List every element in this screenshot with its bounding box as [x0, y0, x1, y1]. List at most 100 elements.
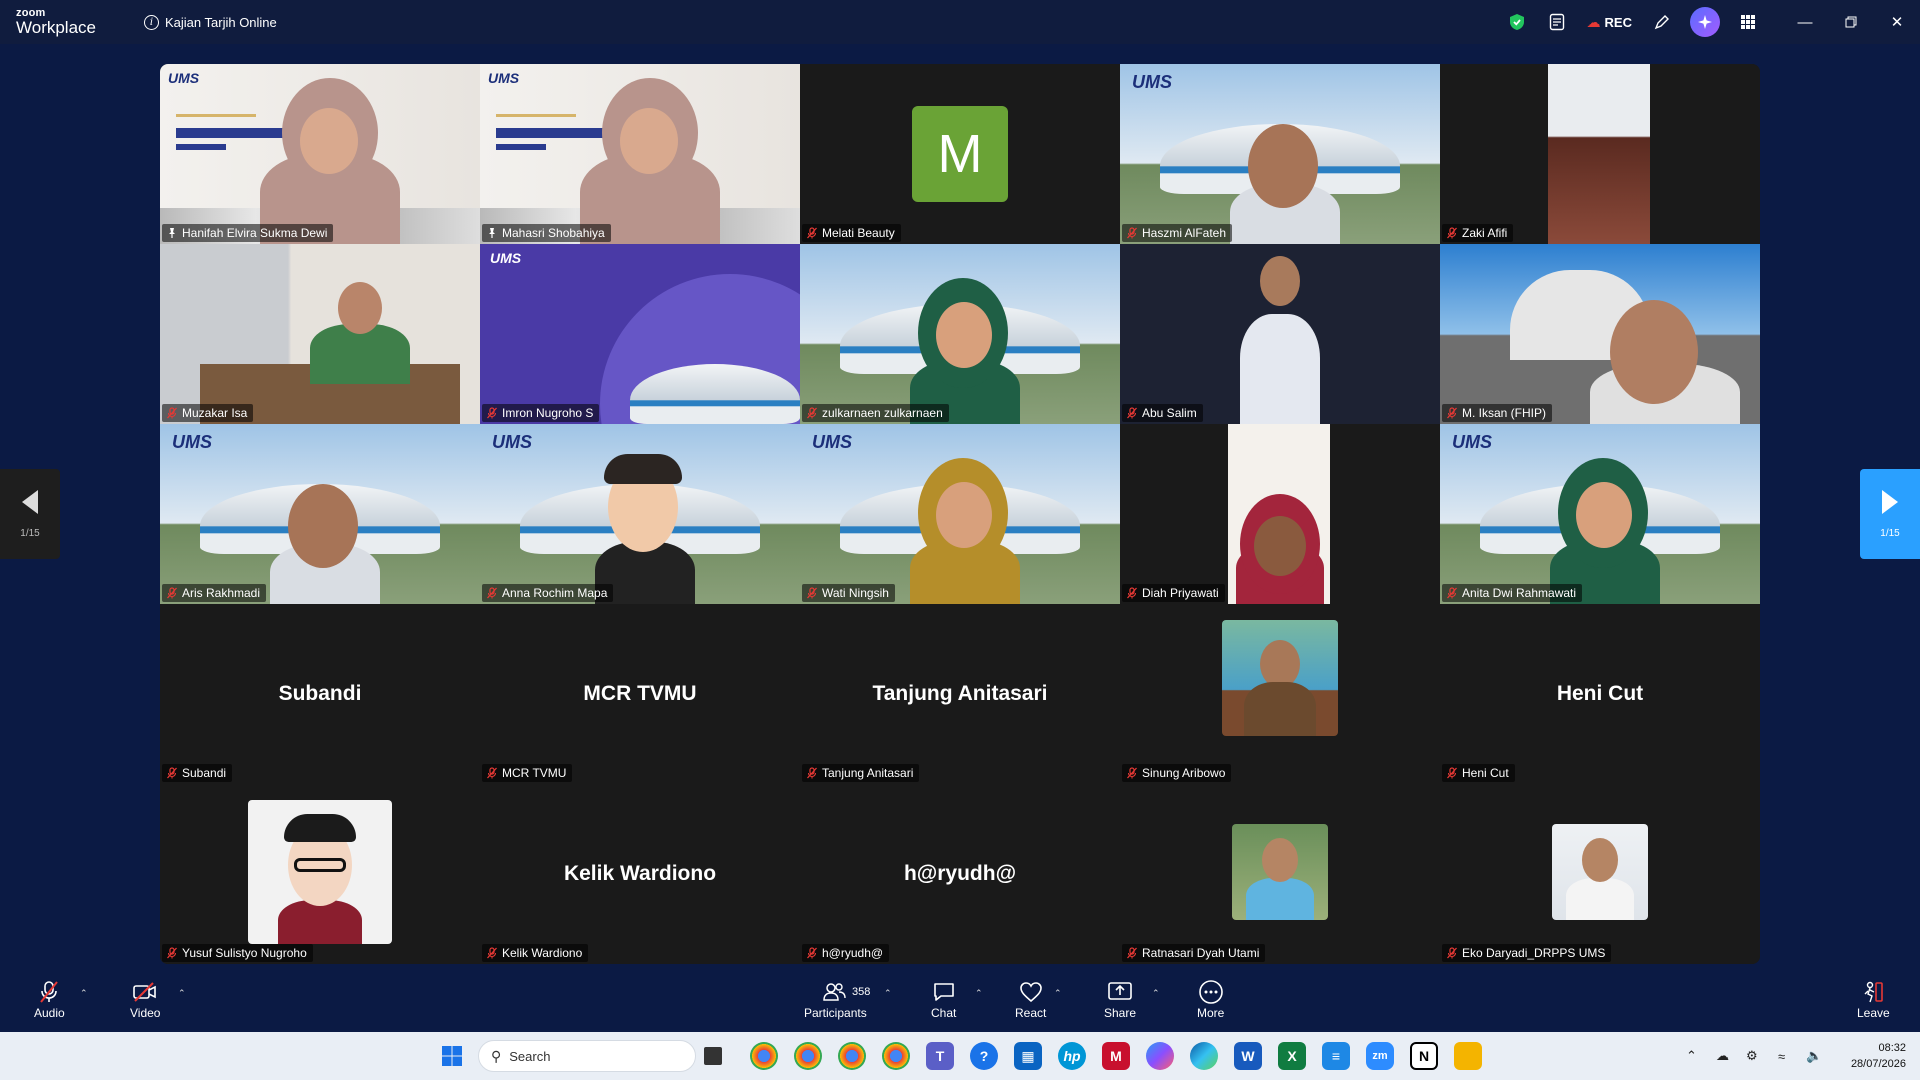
- video-button[interactable]: Video: [130, 978, 160, 1020]
- chat-options-chevron-icon[interactable]: ⌃: [975, 988, 983, 999]
- participant-tile[interactable]: Heni Cut Heni Cut: [1440, 604, 1760, 784]
- task-view-icon[interactable]: [704, 1047, 722, 1065]
- audio-options-chevron-icon[interactable]: ⌃: [80, 988, 88, 999]
- participants-options-chevron-icon[interactable]: ⌃: [884, 988, 892, 999]
- participant-name: Anita Dwi Rahmawati: [1462, 586, 1577, 600]
- participant-name-tag: Heni Cut: [1442, 764, 1515, 782]
- participant-tile[interactable]: Diah Priyawati: [1120, 424, 1440, 604]
- participant-name: Yusuf Sulistyo Nugroho: [182, 946, 307, 960]
- participant-tile[interactable]: UMS Anita Dwi Rahmawati: [1440, 424, 1760, 604]
- participants-button[interactable]: Participants: [804, 978, 867, 1020]
- whiteboard-pen-icon[interactable]: [1642, 0, 1682, 44]
- avatar-face: [1254, 516, 1306, 576]
- participant-tile[interactable]: Eko Daryadi_DRPPS UMS: [1440, 784, 1760, 964]
- participant-tile[interactable]: Ratnasari Dyah Utami: [1120, 784, 1440, 964]
- participant-name-tag: Melati Beauty: [802, 224, 901, 242]
- mic-muted-icon: [167, 587, 177, 599]
- next-page-button[interactable]: 1/15: [1860, 469, 1920, 559]
- person-face: [300, 108, 358, 174]
- system-clock[interactable]: 08:32 28/07/2026: [1851, 1040, 1906, 1072]
- chat-button[interactable]: Chat: [931, 978, 956, 1020]
- minimize-icon[interactable]: —: [1782, 0, 1828, 44]
- file-explorer-icon[interactable]: [1454, 1042, 1482, 1070]
- notes-icon[interactable]: [1537, 0, 1577, 44]
- help-icon[interactable]: ?: [970, 1042, 998, 1070]
- person-face: [620, 108, 678, 174]
- excel-icon[interactable]: X: [1278, 1042, 1306, 1070]
- participant-tile[interactable]: Subandi Subandi: [160, 604, 480, 784]
- react-options-chevron-icon[interactable]: ⌃: [1054, 988, 1062, 999]
- ai-companion-icon[interactable]: [1690, 7, 1720, 37]
- video-options-chevron-icon[interactable]: ⌃: [178, 988, 186, 999]
- share-button[interactable]: Share: [1104, 978, 1136, 1020]
- close-icon[interactable]: ✕: [1874, 0, 1920, 44]
- participant-tile[interactable]: UMS Mahasri Shobahiya: [480, 64, 800, 244]
- participant-tile[interactable]: Abu Salim: [1120, 244, 1440, 424]
- participant-tile[interactable]: h@ryudh@ h@ryudh@: [800, 784, 1120, 964]
- participant-tile[interactable]: UMS Aris Rakhmadi: [160, 424, 480, 604]
- chrome-icon-2[interactable]: [794, 1042, 822, 1070]
- volume-icon[interactable]: 🔈: [1806, 1032, 1822, 1080]
- recording-indicator[interactable]: ☁ REC: [1577, 14, 1642, 31]
- notion-icon[interactable]: N: [1410, 1042, 1438, 1070]
- onedrive-icon[interactable]: ☁: [1716, 1032, 1729, 1080]
- participant-tile[interactable]: zulkarnaen zulkarnaen: [800, 244, 1120, 424]
- participant-tile[interactable]: Tanjung Anitasari Tanjung Anitasari: [800, 604, 1120, 784]
- leave-button[interactable]: Leave: [1857, 978, 1890, 1020]
- wifi-icon[interactable]: ≈: [1778, 1032, 1785, 1080]
- apps-grid-icon[interactable]: [1728, 0, 1768, 44]
- participant-tile[interactable]: UMS Wati Ningsih: [800, 424, 1120, 604]
- participant-tile[interactable]: UMS Haszmi AlFateh: [1120, 64, 1440, 244]
- tray-chevron-icon[interactable]: ⌃: [1686, 1032, 1697, 1080]
- participant-tile[interactable]: UMS Imron Nugroho S: [480, 244, 800, 424]
- participant-display-name: Subandi: [278, 682, 362, 705]
- word-icon[interactable]: W: [1234, 1042, 1262, 1070]
- participant-tile[interactable]: Muzakar Isa: [160, 244, 480, 424]
- chrome-icon[interactable]: [750, 1042, 778, 1070]
- windows-start-icon[interactable]: [438, 1042, 466, 1070]
- hp-icon[interactable]: hp: [1058, 1042, 1086, 1070]
- participant-tile[interactable]: UMS Hanifah Elvira Sukma Dewi: [160, 64, 480, 244]
- participant-tile[interactable]: Kelik Wardiono Kelik Wardiono: [480, 784, 800, 964]
- share-label: Share: [1104, 1006, 1137, 1020]
- participant-tile[interactable]: Yusuf Sulistyo Nugroho: [160, 784, 480, 964]
- person-face: [1248, 124, 1318, 208]
- zoom-icon[interactable]: zm: [1366, 1042, 1394, 1070]
- participant-name: Mahasri Shobahiya: [502, 226, 605, 240]
- participant-name: Anna Rochim Mapa: [502, 586, 608, 600]
- restore-icon[interactable]: [1828, 0, 1874, 44]
- participant-name: Subandi: [182, 766, 227, 780]
- react-button[interactable]: React: [1015, 978, 1046, 1020]
- encryption-shield-icon[interactable]: [1497, 0, 1537, 44]
- participant-tile[interactable]: M Melati Beauty: [800, 64, 1120, 244]
- notepad-icon[interactable]: ≡: [1322, 1042, 1350, 1070]
- network-icon[interactable]: ⚙: [1746, 1032, 1758, 1080]
- previous-page-button[interactable]: 1/15: [0, 469, 60, 559]
- search-icon: ⚲: [491, 1047, 502, 1064]
- mcafee-icon[interactable]: M: [1102, 1042, 1130, 1070]
- audio-button[interactable]: Audio: [34, 978, 65, 1020]
- participant-tile[interactable]: MCR TVMU MCR TVMU: [480, 604, 800, 784]
- participant-tile[interactable]: UMS Anna Rochim Mapa: [480, 424, 800, 604]
- avatar-hair: [604, 454, 682, 484]
- participant-tile[interactable]: M. Iksan (FHIP): [1440, 244, 1760, 424]
- participant-name: Kelik Wardiono: [502, 946, 583, 960]
- mic-muted-icon: [1447, 227, 1457, 239]
- participant-tile[interactable]: Sinung Aribowo: [1120, 604, 1440, 784]
- copilot-icon[interactable]: [1146, 1042, 1174, 1070]
- info-icon[interactable]: i: [144, 14, 159, 30]
- participant-name: Sinung Aribowo: [1142, 766, 1226, 780]
- chrome-icon-4[interactable]: [882, 1042, 910, 1070]
- meeting-info[interactable]: i Kajian Tarjih Online: [144, 14, 277, 30]
- share-options-chevron-icon[interactable]: ⌃: [1152, 988, 1160, 999]
- app-logo: zoom Workplace: [16, 8, 116, 37]
- more-button[interactable]: More: [1197, 978, 1224, 1020]
- ums-logo: UMS: [172, 432, 212, 452]
- more-label: More: [1197, 1006, 1225, 1020]
- participant-tile[interactable]: Zaki Afifi: [1440, 64, 1760, 244]
- edge-icon[interactable]: [1190, 1042, 1218, 1070]
- store-icon[interactable]: ▦: [1014, 1042, 1042, 1070]
- taskbar-search-input[interactable]: ⚲ Search: [478, 1040, 696, 1072]
- teams-icon[interactable]: T: [926, 1042, 954, 1070]
- chrome-icon-3[interactable]: [838, 1042, 866, 1070]
